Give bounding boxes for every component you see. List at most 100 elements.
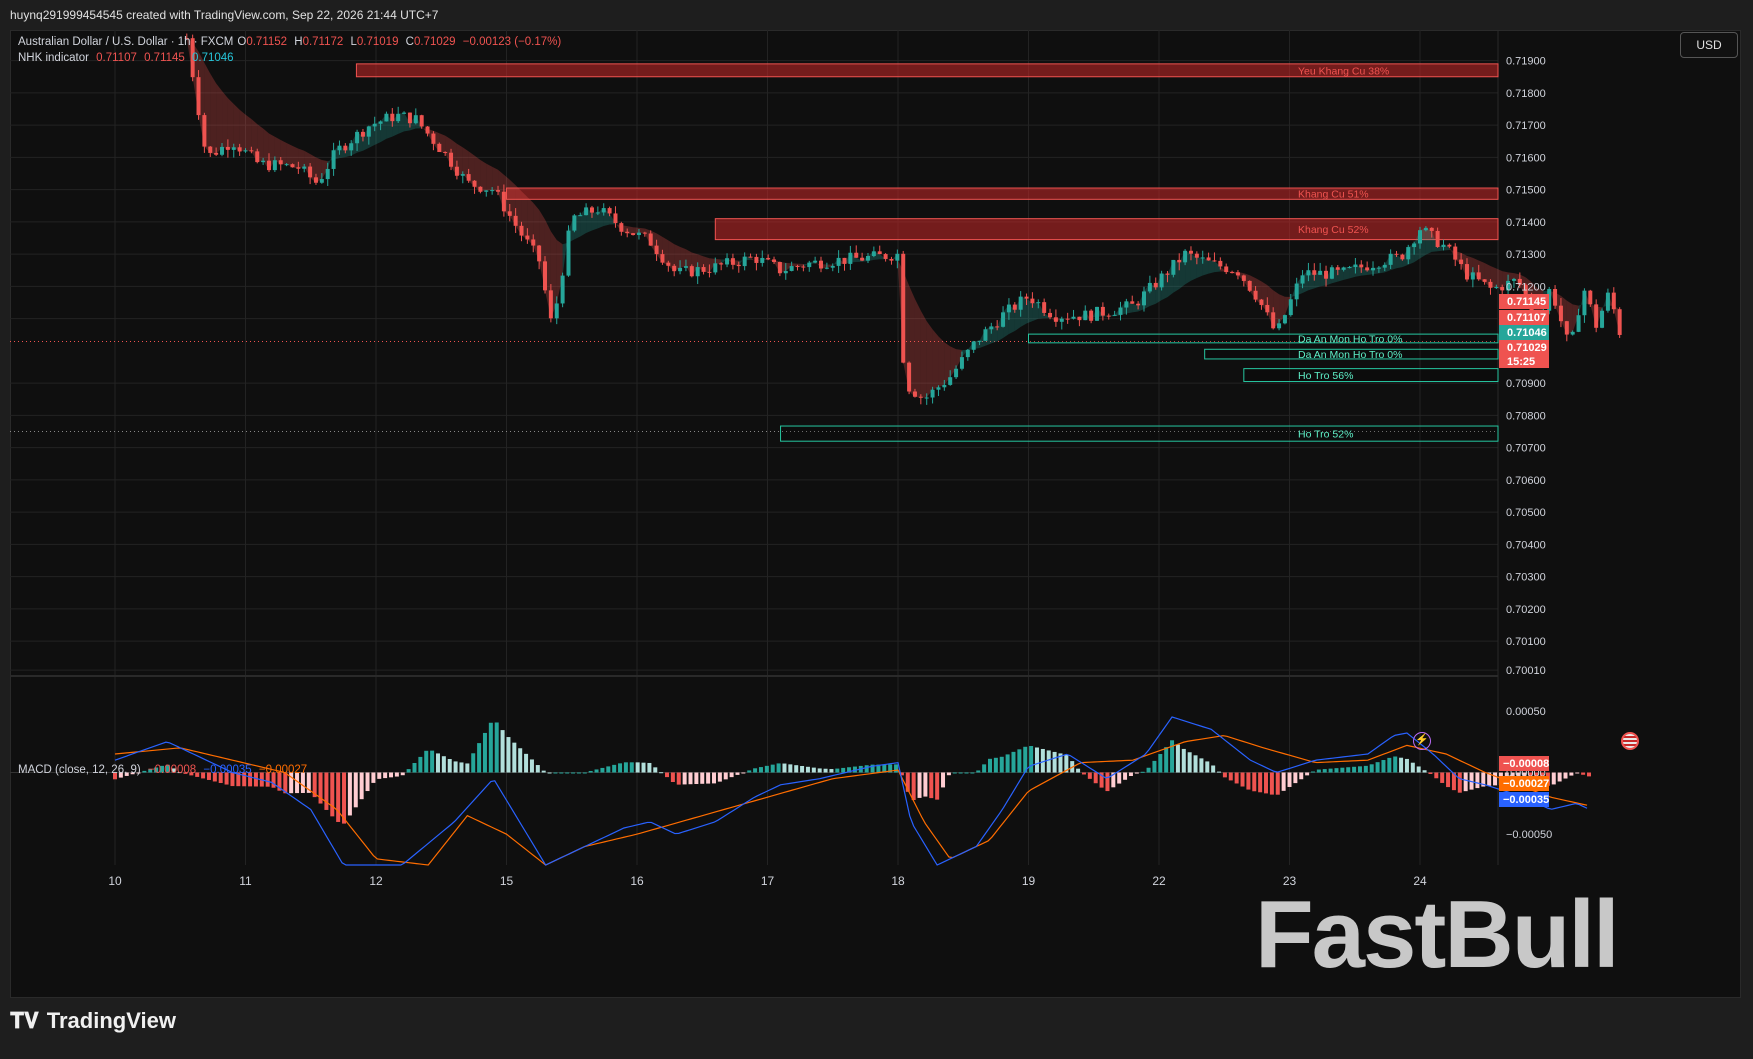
- indicator-ribbon: [914, 298, 921, 398]
- candle-body: [1470, 272, 1475, 280]
- macd-histogram-bar: [770, 764, 775, 773]
- macd-histogram-bar: [1117, 772, 1122, 784]
- macd-histogram-bar: [1404, 758, 1409, 773]
- macd-histogram-bar: [1264, 772, 1269, 794]
- candle-body: [1359, 264, 1364, 268]
- macd-histogram-bar: [482, 732, 487, 773]
- macd-histogram-bar: [394, 772, 399, 777]
- candle-body: [220, 146, 225, 155]
- tradingview-logo[interactable]: 𝐓𝐕 TradingView: [10, 1008, 176, 1034]
- macd-histogram-bar: [864, 765, 869, 773]
- candle-body: [490, 190, 495, 192]
- macd-histogram-bar: [1569, 772, 1574, 776]
- candle-body: [537, 245, 542, 262]
- indicator-name[interactable]: NHK indicator: [18, 52, 89, 64]
- macd-histogram-bar: [1428, 772, 1433, 774]
- macd-histogram-bar: [400, 772, 405, 776]
- macd-histogram-bar: [488, 722, 493, 773]
- macd-histogram-bar: [1463, 772, 1468, 792]
- candle-body: [1224, 266, 1229, 273]
- candle-body: [1059, 318, 1064, 322]
- candle-body: [1306, 270, 1311, 276]
- macd-histogram-bar: [1493, 772, 1498, 786]
- macd-name[interactable]: MACD (close, 12, 26, 9): [18, 764, 141, 776]
- candle-body: [419, 115, 424, 127]
- candle-body: [1118, 307, 1123, 315]
- macd-histogram-bar: [723, 772, 728, 780]
- macd-histogram-bar: [1187, 752, 1192, 773]
- price-tick-label: 0.70700: [1506, 443, 1546, 455]
- candle-body: [819, 260, 824, 269]
- macd-value-1: −0.00008: [147, 764, 197, 776]
- high-value: 0.71172: [302, 36, 344, 48]
- macd-histogram-bar: [817, 768, 822, 773]
- macd-histogram-bar: [1310, 771, 1315, 773]
- candle-body: [889, 258, 894, 261]
- candle-body: [566, 230, 571, 276]
- candle-body: [337, 145, 342, 151]
- macd-histogram-bar: [823, 768, 828, 773]
- indicator-ribbon: [1032, 302, 1039, 322]
- candle-body: [284, 164, 289, 166]
- candle-body: [542, 261, 547, 291]
- chart-canvas[interactable]: Yeu Khang Cu 38% Khang Cu 51% Khang Cu 52%…: [10, 30, 1741, 998]
- macd-histogram-bar: [1299, 772, 1304, 780]
- macd-histogram-bar: [1087, 772, 1092, 779]
- symbol-name[interactable]: Australian Dollar / U.S. Dollar · 1h · F…: [18, 36, 233, 48]
- candle-body: [1335, 267, 1340, 270]
- candle-body: [355, 131, 360, 144]
- lightning-icon[interactable]: ⚡: [1413, 732, 1431, 750]
- macd-histogram-bar: [988, 758, 993, 773]
- macd-histogram-bar: [694, 772, 699, 785]
- macd-histogram-bar: [506, 737, 511, 773]
- candle-body: [1136, 303, 1141, 306]
- macd-histogram-bar: [1434, 772, 1439, 779]
- candle-body: [760, 257, 765, 263]
- macd-value-3: −0.00027: [258, 764, 308, 776]
- macd-histogram-bar: [1293, 772, 1298, 784]
- us-flag-icon[interactable]: [1621, 732, 1639, 750]
- currency-button[interactable]: USD: [1680, 32, 1738, 58]
- macd-histogram-bar: [659, 772, 664, 774]
- indicator-ribbon: [486, 163, 493, 191]
- macd-histogram-bar: [800, 765, 805, 773]
- candle-body: [519, 225, 524, 236]
- macd-histogram-bar: [1140, 771, 1145, 773]
- macd-histogram-bar: [1551, 772, 1556, 785]
- macd-histogram-bar: [347, 772, 352, 816]
- macd-histogram-bar: [1158, 754, 1163, 773]
- macd-histogram-bar: [553, 772, 558, 774]
- macd-histogram-bar: [782, 763, 787, 773]
- candle-body: [1124, 301, 1129, 308]
- zone-label: Khang Cu 52%: [1298, 224, 1369, 236]
- indicator-ribbon: [1425, 227, 1432, 255]
- candle-body: [1388, 253, 1393, 265]
- candle-body: [1071, 316, 1076, 319]
- macd-histogram-bar: [1334, 768, 1339, 773]
- high-label: H: [294, 36, 303, 48]
- candle-body: [1095, 306, 1100, 321]
- macd-histogram-bar: [1440, 772, 1445, 783]
- low-label: L: [350, 36, 357, 48]
- macd-histogram-bar: [512, 742, 517, 773]
- candle-body: [754, 256, 759, 263]
- candle-body: [1570, 331, 1575, 335]
- candle-body: [1077, 316, 1082, 321]
- macd-histogram-bar: [1181, 748, 1186, 773]
- macd-histogram-bar: [1246, 772, 1251, 790]
- macd-histogram-bar: [1128, 772, 1133, 777]
- candle-body: [237, 147, 242, 152]
- time-tick-label: 10: [108, 874, 122, 888]
- macd-histogram-bar: [753, 768, 758, 773]
- macd-histogram-bar: [1557, 772, 1562, 782]
- candle-body: [948, 377, 953, 385]
- candle-body: [1100, 306, 1105, 316]
- candle-body: [1165, 273, 1170, 275]
- candle-body: [848, 252, 853, 264]
- zone-label: Ho Tro 56%: [1298, 370, 1353, 382]
- candle-body: [836, 257, 841, 266]
- candle-body: [1277, 323, 1282, 329]
- macd-histogram-bar: [1123, 772, 1128, 780]
- macd-histogram-bar: [471, 753, 476, 773]
- macd-histogram-bar: [670, 772, 675, 782]
